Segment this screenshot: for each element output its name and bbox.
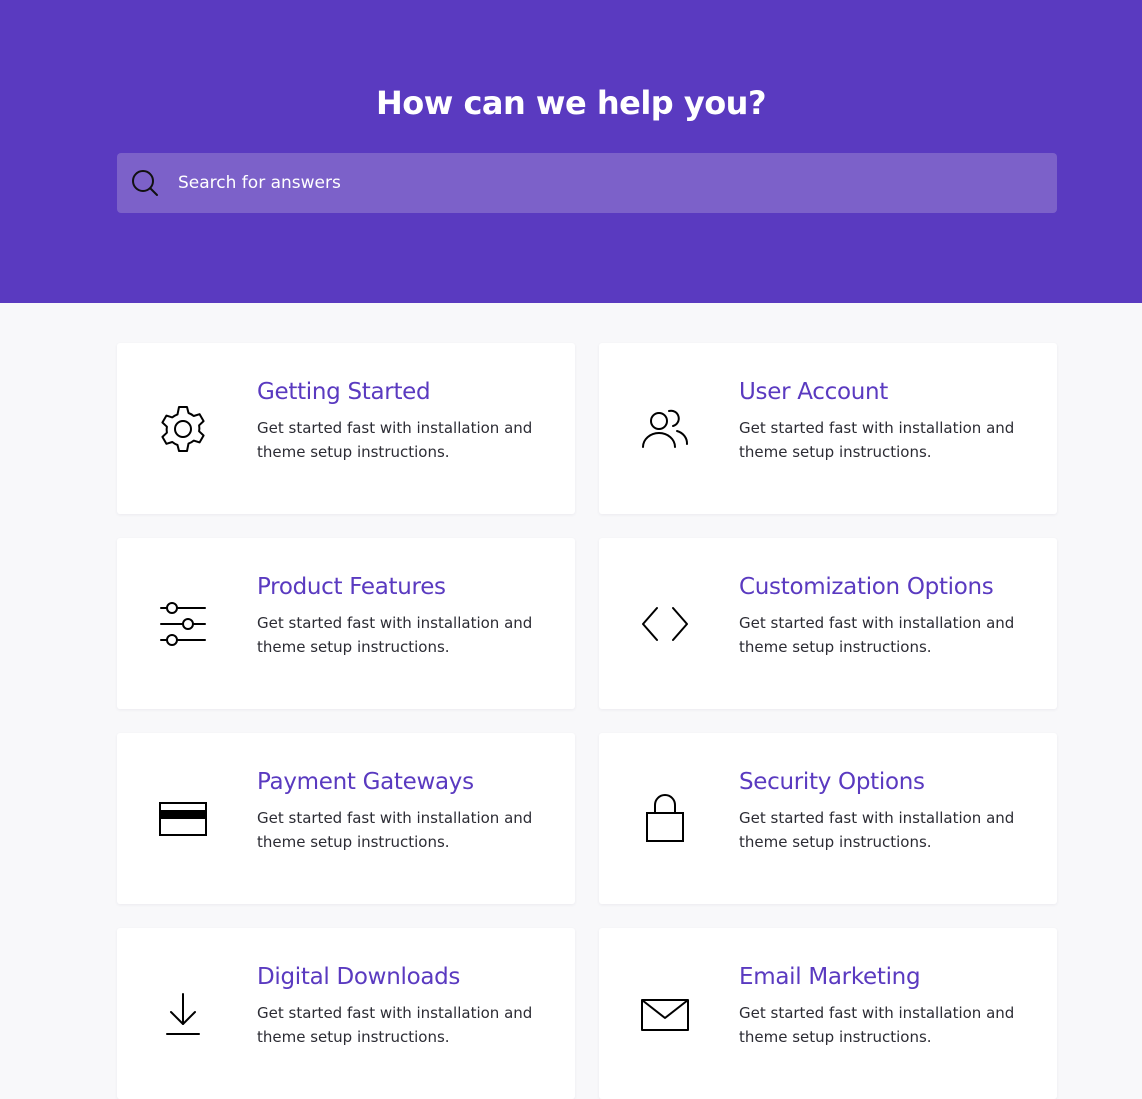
page-title: How can we help you?: [375, 84, 767, 122]
topic-description: Get started fast with installation and t…: [257, 419, 533, 461]
topic-title: Email Marketing: [739, 964, 921, 990]
topic-card-payment-gateways[interactable]: Payment Gateways Get started fast with i…: [117, 733, 575, 904]
envelope-icon: [639, 988, 691, 1040]
topic-description: Get started fast with installation and t…: [257, 809, 533, 851]
credit-card-icon: [157, 793, 209, 845]
topic-card-security-options[interactable]: Security Options Get started fast with i…: [599, 733, 1057, 904]
code-icon: [639, 598, 691, 650]
topic-card-getting-started[interactable]: Getting Started Get started fast with in…: [117, 343, 575, 514]
gear-icon: [157, 403, 209, 455]
topic-card-email-marketing[interactable]: Email Marketing Get started fast with in…: [599, 928, 1057, 1099]
search-input[interactable]: [178, 173, 1038, 193]
topic-title: User Account: [739, 379, 888, 405]
hero-banner: How can we help you?: [0, 0, 1142, 303]
topic-card-user-account[interactable]: User Account Get started fast with insta…: [599, 343, 1057, 514]
topic-description: Get started fast with installation and t…: [257, 614, 533, 656]
topic-card-digital-downloads[interactable]: Digital Downloads Get started fast with …: [117, 928, 575, 1099]
search-bar[interactable]: [117, 153, 1057, 213]
lock-icon: [639, 793, 691, 845]
topic-title: Getting Started: [257, 379, 431, 405]
topic-description: Get started fast with installation and t…: [257, 1004, 533, 1046]
users-icon: [639, 403, 691, 455]
topic-title: Product Features: [257, 574, 446, 600]
topic-card-product-features[interactable]: Product Features Get started fast with i…: [117, 538, 575, 709]
topic-description: Get started fast with installation and t…: [739, 614, 1015, 656]
topic-title: Payment Gateways: [257, 769, 474, 795]
search-icon[interactable]: [130, 168, 160, 198]
topic-title: Customization Options: [739, 574, 994, 600]
topic-title: Digital Downloads: [257, 964, 461, 990]
topic-title: Security Options: [739, 769, 925, 795]
topic-description: Get started fast with installation and t…: [739, 809, 1015, 851]
topic-card-customization-options[interactable]: Customization Options Get started fast w…: [599, 538, 1057, 709]
topic-description: Get started fast with installation and t…: [739, 419, 1015, 461]
sliders-icon: [157, 598, 209, 650]
topic-grid: Getting Started Get started fast with in…: [117, 343, 1057, 1099]
topic-description: Get started fast with installation and t…: [739, 1004, 1015, 1046]
download-icon: [157, 988, 209, 1040]
